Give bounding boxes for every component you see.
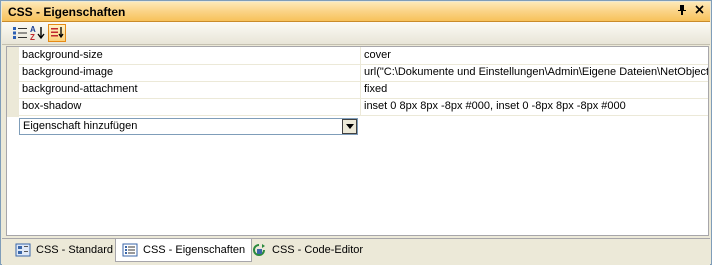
property-name: background-image [22,66,114,78]
sort-order-icon [51,27,64,39]
add-property-dropdown[interactable]: Eigenschaft hinzufügen [19,118,358,135]
svg-text:Z: Z [30,33,35,41]
css-standard-icon [15,243,31,257]
property-grid: background-size cover background-image u… [6,46,709,236]
code-editor-icon [253,244,265,256]
property-value[interactable]: inset 0 8px 8px -8px #000, inset 0 -8px … [364,100,708,112]
property-value[interactable]: url("C:\Dokumente und Einstellungen\Admi… [364,66,708,78]
panel-tab-bar: CSS - Standard CSS - Eigenschaften CSS -… [2,238,710,265]
property-name: box-shadow [22,100,82,112]
property-name: background-size [22,49,103,61]
column-divider [360,47,361,64]
chevron-down-icon[interactable] [342,119,357,134]
sort-az-icon: A Z [30,25,45,41]
css-properties-icon [122,243,138,257]
tab-css-properties[interactable]: CSS - Eigenschaften [115,239,253,262]
tab-css-standard[interactable]: CSS - Standard [9,239,119,261]
sort-order-button[interactable] [48,24,66,42]
tab-label: CSS - Eigenschaften [143,244,246,256]
column-divider [360,81,361,98]
tab-label: CSS - Standard [36,244,114,256]
column-divider [360,98,361,115]
close-icon[interactable] [692,4,706,18]
panel-title: CSS - Eigenschaften [8,5,126,19]
categorized-view-button[interactable] [11,24,29,42]
property-row[interactable]: background-attachment fixed [19,81,708,99]
property-row[interactable]: box-shadow inset 0 8px 8px -8px #000, in… [19,98,708,116]
row-margin [7,47,19,117]
pin-icon[interactable] [675,4,689,18]
add-property-label: Eigenschaft hinzufügen [23,120,138,132]
alphabetical-sort-button[interactable]: A Z [29,24,47,42]
property-name: background-attachment [22,83,138,95]
categorized-icon [13,27,27,39]
properties-toolbar: A Z [2,22,710,45]
tab-css-code-editor[interactable]: CSS - Code-Editor [245,239,369,261]
property-value[interactable]: cover [364,49,708,61]
title-bar: CSS - Eigenschaften [2,2,710,22]
css-properties-panel: CSS - Eigenschaften A Z background-size … [0,0,712,265]
column-divider [360,64,361,81]
property-row[interactable]: background-size cover [19,47,708,65]
property-value[interactable]: fixed [364,83,708,95]
property-row[interactable]: background-image url("C:\Dokumente und E… [19,64,708,82]
tab-label: CSS - Code-Editor [272,244,364,256]
